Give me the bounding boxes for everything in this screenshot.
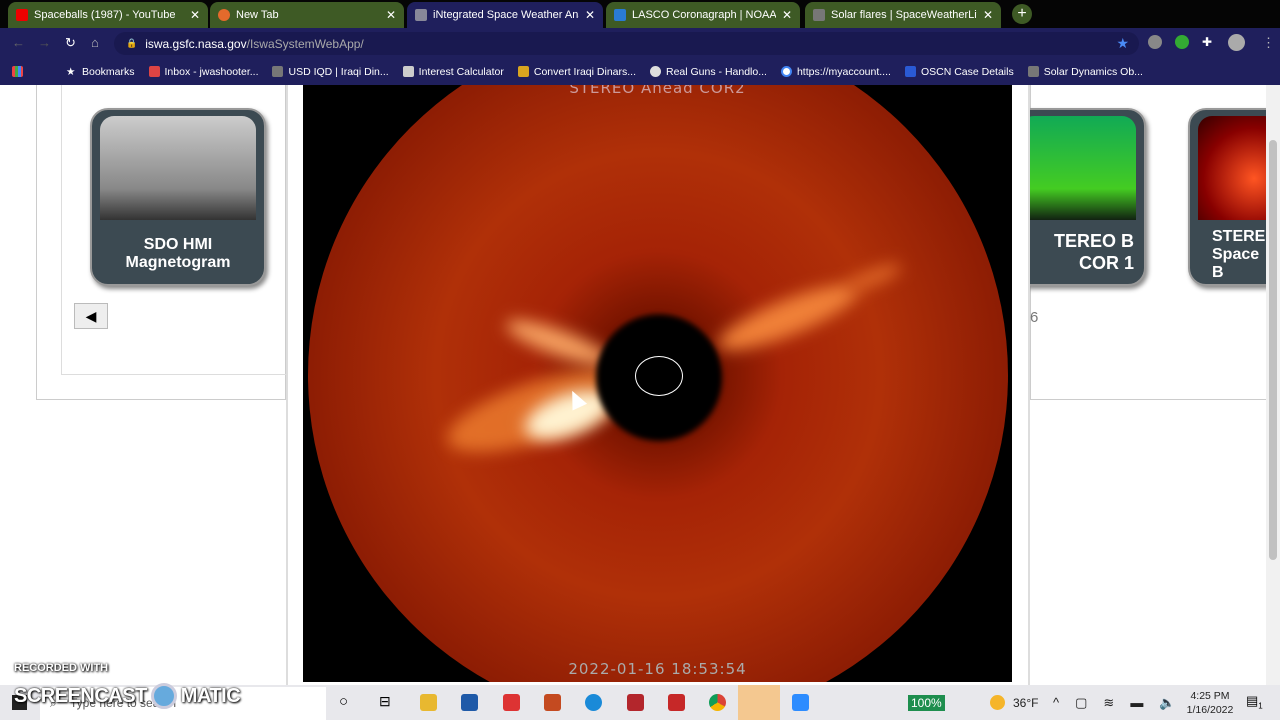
wifi-icon[interactable]: ≋ [1103,695,1114,711]
app-s-plus-icon[interactable] [668,694,685,711]
converter-icon [517,66,529,77]
file-explorer-icon[interactable] [420,694,437,711]
tab-solar-flares[interactable]: Solar flares | SpaceWeatherLive.c✕ [805,2,1001,28]
reader-icon[interactable] [503,694,520,711]
bookmark-item[interactable]: Real Guns - Handlo... [650,66,767,78]
sdo-hmi-magnetogram-thumbnail[interactable]: SDO HMI Magnetogram [90,108,266,286]
bookmark-item[interactable]: OSCN Case Details [904,66,1014,78]
cortana-icon[interactable]: ○ [339,693,348,710]
bookmark-item[interactable]: ★ Bookmarks [66,66,135,79]
bookmark-star-icon[interactable]: ★ [1116,35,1129,52]
oscn-icon [904,66,916,77]
avatar[interactable] [1228,34,1245,51]
extension-check-icon[interactable] [1175,35,1189,49]
chevron-up-icon[interactable]: ^ [1053,695,1059,710]
apps-icon[interactable] [12,66,52,77]
forward-icon[interactable]: → [38,35,51,50]
extensions-puzzle-icon[interactable]: ✚ [1202,35,1216,49]
investing-icon [272,66,284,77]
power-icon[interactable]: ▬ [1130,695,1143,710]
bookmark-item[interactable]: Interest Calculator [402,66,504,78]
bookmark-item[interactable]: Solar Dynamics Ob... [1027,66,1143,78]
store-icon[interactable] [461,694,478,711]
tab-lasco[interactable]: LASCO Coronagraph | NOAA / N✕ [606,2,800,28]
task-view-icon[interactable]: ⊟ [379,693,391,710]
globe-icon [650,66,661,77]
close-tab-icon[interactable]: ✕ [386,8,396,22]
menu-icon[interactable]: ⋮ [1262,35,1275,51]
screencast-logo-icon [150,683,177,709]
google-icon [780,66,792,77]
back-icon[interactable]: ← [12,35,25,50]
duckduckgo-icon [218,9,230,21]
zoom-icon[interactable] [792,694,809,711]
notifications-icon[interactable]: ▤1 [1246,693,1263,711]
tab-iswa[interactable]: iNtegrated Space Weather Analy ✕ [407,2,603,28]
bookmark-item[interactable]: https://myaccount.... [780,66,891,78]
new-tab-button[interactable]: + [1012,4,1032,24]
screencast-logo: SCREENCAST MATIC [14,683,241,709]
watermark: RECORDED WITH [14,662,109,674]
toolbar: ← → ↻ ⌂ 🔒 iswa.gsfc.nasa.gov/IswaSystemW… [0,28,1280,58]
temperature[interactable]: 36°F [1013,696,1038,710]
tab-youtube[interactable]: Spaceballs (1987) - YouTube ✕ [8,2,208,28]
spaceweatherlive-icon [813,9,825,21]
iswa-icon [415,9,427,21]
coronagraph-image[interactable]: STEREO Ahead COR2 2022-01-16 18:53:54 [303,85,1012,682]
close-tab-icon[interactable]: ✕ [190,8,200,22]
address-bar[interactable]: 🔒 iswa.gsfc.nasa.gov/IswaSystemWebApp/ ★ [114,32,1139,55]
volume-icon[interactable]: 🔈 [1159,695,1175,711]
bookmarks-bar: ★ Bookmarks Inbox - jwashooter... USD IQD… [0,58,1280,85]
youtube-icon [16,9,28,21]
star-icon: ★ [66,66,76,78]
clock[interactable]: 4:25 PM 1/16/2022 [1185,685,1235,720]
prev-arrow-button[interactable]: ◀ [74,303,108,329]
edge-icon[interactable] [585,694,602,711]
stereo-b-cor1-thumbnail[interactable]: TEREO B COR 1 [1010,108,1146,286]
sun-outline [635,356,683,396]
bookmark-item[interactable]: Inbox - jwashooter... [148,66,258,78]
weather-sun-icon[interactable] [990,695,1005,710]
access-icon[interactable] [627,694,644,711]
page-number[interactable]: 6 [1030,309,1038,326]
chrome-icon[interactable] [709,694,726,711]
lock-icon: 🔒 [126,38,138,48]
reload-icon[interactable]: ↻ [65,35,76,51]
meet-icon[interactable]: ▢ [1075,695,1087,711]
bookmark-item[interactable]: Convert Iraqi Dinars... [517,66,636,78]
bookmark-item[interactable]: USD IQD | Iraqi Din... [272,66,389,78]
calculator-icon [402,66,414,77]
battery-indicator[interactable]: 100% [908,694,945,711]
screencast-taskbar-icon[interactable] [738,685,780,720]
tab-new-tab[interactable]: New Tab ✕ [210,2,404,28]
scrollbar[interactable] [1266,85,1280,685]
app-icon[interactable] [544,694,561,711]
extension-w-icon[interactable] [1148,35,1162,49]
sdo-icon [1027,66,1039,77]
image-timestamp: 2022-01-16 18:53:54 [568,660,747,678]
image-title: STEREO Ahead COR2 [569,85,746,97]
close-tab-icon[interactable]: ✕ [585,8,595,22]
close-tab-icon[interactable]: ✕ [983,8,993,22]
home-icon[interactable]: ⌂ [91,35,99,50]
tab-strip: Spaceballs (1987) - YouTube ✕ New Tab ✕ iN… [0,0,1280,28]
close-tab-icon[interactable]: ✕ [782,8,792,22]
gmail-icon [148,66,160,77]
noaa-icon [614,9,626,21]
